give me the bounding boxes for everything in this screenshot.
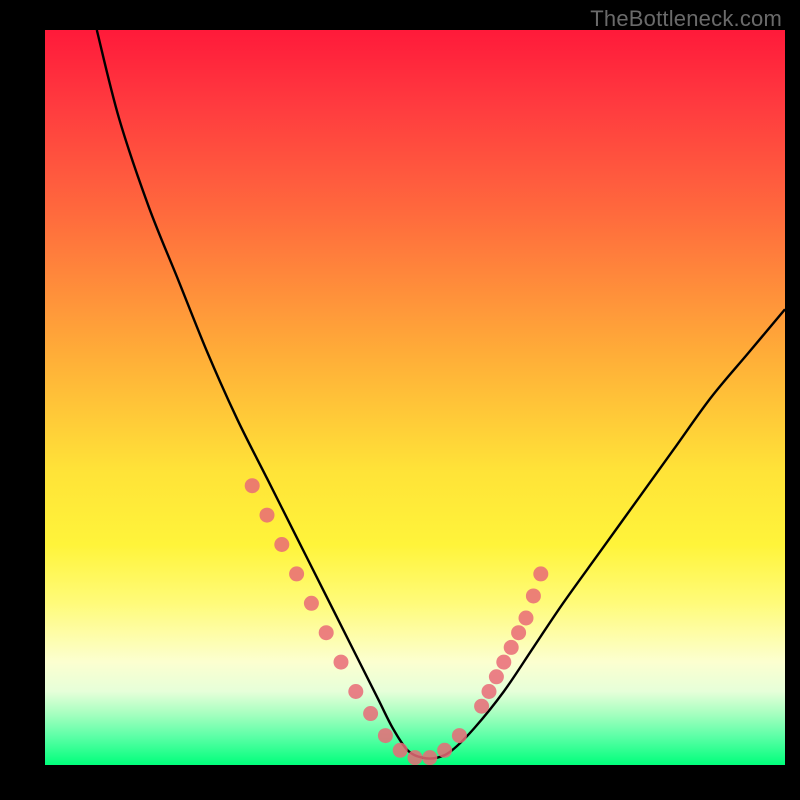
highlight-point <box>474 699 489 714</box>
highlight-point <box>437 743 452 758</box>
highlight-point <box>260 508 275 523</box>
highlight-point <box>245 478 260 493</box>
highlight-point <box>422 750 437 765</box>
highlight-point <box>393 743 408 758</box>
highlight-point <box>504 640 519 655</box>
highlight-point <box>489 669 504 684</box>
watermark-text: TheBottleneck.com <box>590 6 782 32</box>
highlight-point <box>452 728 467 743</box>
highlight-point <box>378 728 393 743</box>
highlight-point <box>408 750 423 765</box>
highlight-point <box>274 537 289 552</box>
highlight-point <box>526 588 541 603</box>
highlight-point <box>533 566 548 581</box>
highlight-point <box>482 684 497 699</box>
highlight-point <box>496 655 511 670</box>
bottleneck-curve <box>97 30 785 759</box>
highlight-markers <box>245 478 549 765</box>
highlight-point <box>519 611 534 626</box>
highlight-point <box>319 625 334 640</box>
highlight-point <box>289 566 304 581</box>
chart-frame: TheBottleneck.com <box>0 0 800 800</box>
curve-layer <box>45 30 785 765</box>
plot-area <box>45 30 785 765</box>
highlight-point <box>363 706 378 721</box>
highlight-point <box>511 625 526 640</box>
highlight-point <box>348 684 363 699</box>
highlight-point <box>304 596 319 611</box>
highlight-point <box>334 655 349 670</box>
